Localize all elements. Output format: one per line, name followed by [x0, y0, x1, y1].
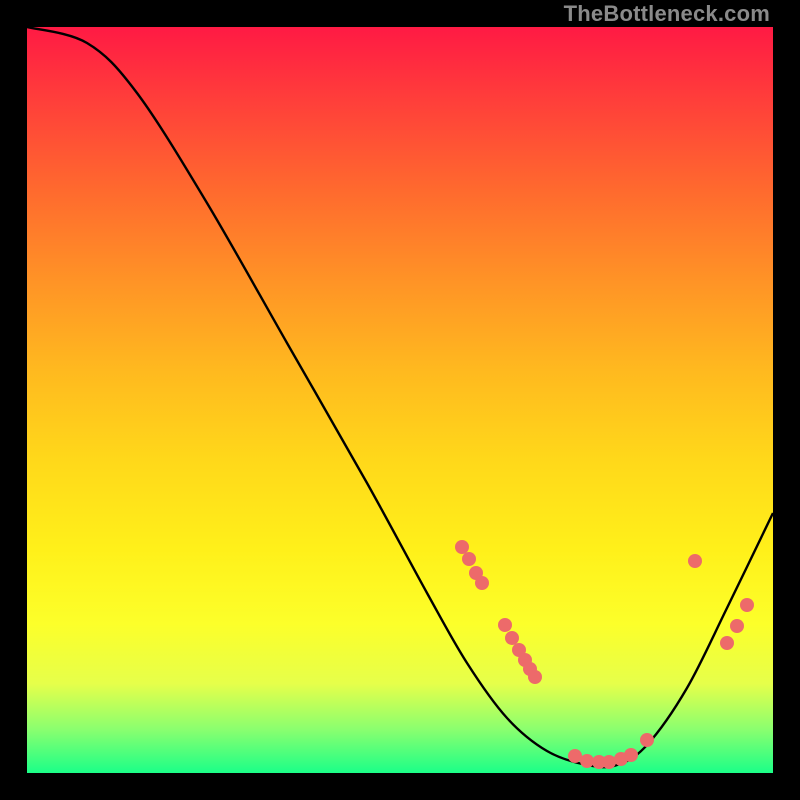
data-dot [624, 748, 638, 762]
data-dot [602, 755, 616, 769]
data-dot [688, 554, 702, 568]
curve-layer [27, 27, 773, 773]
data-dot [580, 754, 594, 768]
data-dot [568, 749, 582, 763]
data-dot [528, 670, 542, 684]
data-dot [462, 552, 476, 566]
data-dot [730, 619, 744, 633]
chart-frame: TheBottleneck.com [0, 0, 800, 800]
data-dot [498, 618, 512, 632]
data-dots [455, 540, 754, 769]
bottleneck-curve [27, 27, 773, 767]
data-dot [475, 576, 489, 590]
watermark-text: TheBottleneck.com [564, 1, 770, 27]
data-dot [455, 540, 469, 554]
data-dot [640, 733, 654, 747]
plot-area [27, 27, 773, 773]
data-dot [740, 598, 754, 612]
data-dot [505, 631, 519, 645]
data-dot [720, 636, 734, 650]
